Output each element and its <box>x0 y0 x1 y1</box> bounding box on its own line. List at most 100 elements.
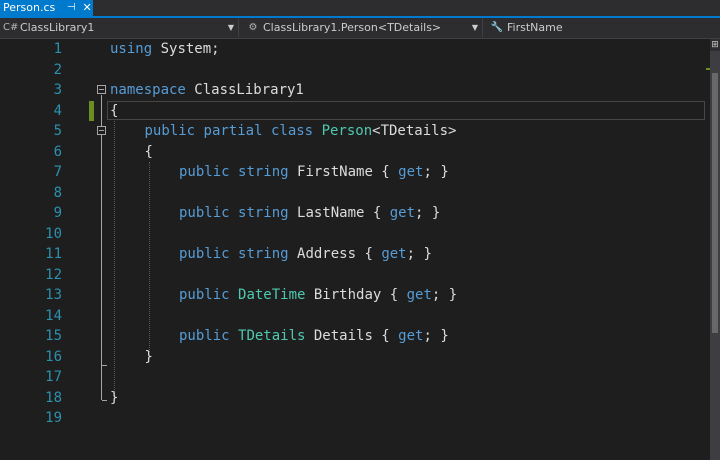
text-token: { <box>144 143 153 160</box>
text-token: { <box>110 102 119 119</box>
type-token: Person <box>321 123 373 139</box>
change-marker <box>89 101 94 121</box>
code-line[interactable]: { <box>110 101 118 122</box>
type-dropdown[interactable]: ⚙ ClassLibrary1.Person<TDetails> ▼ <box>243 18 483 37</box>
member-dropdown[interactable]: 🔧 FirstName <box>487 18 720 37</box>
text-token: Birthday { <box>305 287 407 303</box>
line-number: 5 <box>53 123 62 139</box>
document-tab-strip: Person.cs ⊣ ✕ <box>0 0 720 18</box>
fold-end <box>102 365 107 366</box>
keyword-token: string <box>238 246 289 262</box>
keyword-token: get <box>381 246 407 262</box>
text-token: } <box>110 389 119 406</box>
line-number: 1 <box>53 41 62 57</box>
close-icon[interactable]: ✕ <box>81 0 93 16</box>
collapse-class-icon[interactable] <box>97 126 106 135</box>
type-token: TDetails <box>238 328 306 344</box>
keyword-token: partial <box>203 123 263 139</box>
keyword-token: namespace <box>110 82 186 98</box>
line-number: 16 <box>45 348 62 365</box>
line-number: 8 <box>53 184 62 201</box>
pin-icon[interactable]: ⊣ <box>65 0 77 16</box>
keyword-token: class <box>270 123 314 139</box>
scrollbar-change-marker <box>706 68 710 70</box>
code-line[interactable]: } <box>110 388 118 409</box>
keyword-token: get <box>406 287 432 303</box>
vertical-scrollbar[interactable] <box>710 39 720 460</box>
property-wrench-icon: 🔧 <box>490 22 504 33</box>
member-dropdown-label: FirstName <box>507 21 563 34</box>
text-token: ; } <box>415 205 441 221</box>
code-line[interactable]: public string Address { get; } <box>179 244 432 265</box>
tab-person-cs[interactable]: Person.cs ⊣ ✕ <box>0 0 93 16</box>
keyword-token: get <box>389 205 416 221</box>
scrollbar-thumb[interactable] <box>712 73 718 333</box>
text-token: ; } <box>406 246 432 262</box>
keyword-token: get <box>398 328 424 344</box>
line-number: 14 <box>45 307 62 324</box>
code-line[interactable]: } <box>145 347 153 368</box>
line-number: 15 <box>45 328 62 344</box>
line-number: 6 <box>53 143 62 160</box>
keyword-token: get <box>398 164 424 180</box>
code-line[interactable]: public DateTime Birthday { get; } <box>179 285 457 306</box>
text-token: <TDetails> <box>372 123 457 139</box>
chevron-down-icon: ▼ <box>227 23 234 32</box>
fold-line <box>101 95 102 400</box>
keyword-token: using <box>110 41 153 57</box>
line-number: 9 <box>53 205 62 221</box>
split-editor-icon[interactable]: ⊞ <box>710 39 720 51</box>
fold-end <box>102 400 107 401</box>
line-number: 3 <box>53 82 62 98</box>
line-number: 13 <box>45 287 62 303</box>
navigation-bar: C# ClassLibrary1 ▼ ⚙ ClassLibrary1.Perso… <box>0 18 720 39</box>
project-dropdown[interactable]: C# ClassLibrary1 ▼ <box>0 18 239 37</box>
code-line[interactable]: public string LastName { get; } <box>179 203 440 224</box>
text-token: ; } <box>431 287 458 303</box>
code-line[interactable]: { <box>145 142 153 163</box>
project-dropdown-label: ClassLibrary1 <box>20 21 95 34</box>
code-line[interactable]: namespace ClassLibrary1 <box>110 80 304 101</box>
text-token: Address { <box>288 246 382 262</box>
tab-title: Person.cs <box>3 1 56 14</box>
line-number: 2 <box>53 61 62 78</box>
text-token: LastName { <box>288 205 390 221</box>
keyword-token: string <box>238 164 289 180</box>
code-line[interactable]: public string FirstName { get; } <box>179 162 449 183</box>
keyword-token: string <box>238 205 289 221</box>
line-number: 4 <box>53 102 62 119</box>
line-number: 12 <box>45 266 62 283</box>
keyword-token: public <box>179 246 230 262</box>
text-token: ClassLibrary1 <box>185 82 304 98</box>
line-number: 17 <box>45 369 62 385</box>
current-line-highlight <box>107 101 705 120</box>
keyword-token: public <box>179 205 230 221</box>
line-number: 19 <box>45 410 62 426</box>
text-token: ; } <box>423 164 449 180</box>
keyword-token: public <box>144 123 196 139</box>
text-token: } <box>144 348 153 365</box>
code-line[interactable]: using System; <box>110 39 220 60</box>
keyword-token: public <box>179 164 230 180</box>
indent-guide <box>149 162 150 352</box>
type-token: DateTime <box>238 287 306 303</box>
chevron-down-icon: ▼ <box>471 23 478 32</box>
keyword-token: public <box>179 287 230 303</box>
code-editor[interactable]: 1 2 3 4 5 6 7 8 9 10 11 12 13 14 15 16 17 18 19 using Syst… <box>0 39 710 460</box>
line-number: 10 <box>45 225 62 242</box>
code-line[interactable]: public partial class Person<TDetails> <box>145 121 457 142</box>
line-number: 18 <box>45 389 62 406</box>
text-token: FirstName { <box>288 164 399 180</box>
code-line[interactable]: public TDetails Details { get; } <box>179 326 449 347</box>
collapse-namespace-icon[interactable] <box>97 85 106 94</box>
text-token: System; <box>152 41 220 57</box>
keyword-token: public <box>179 328 230 344</box>
line-number: 11 <box>45 246 62 262</box>
